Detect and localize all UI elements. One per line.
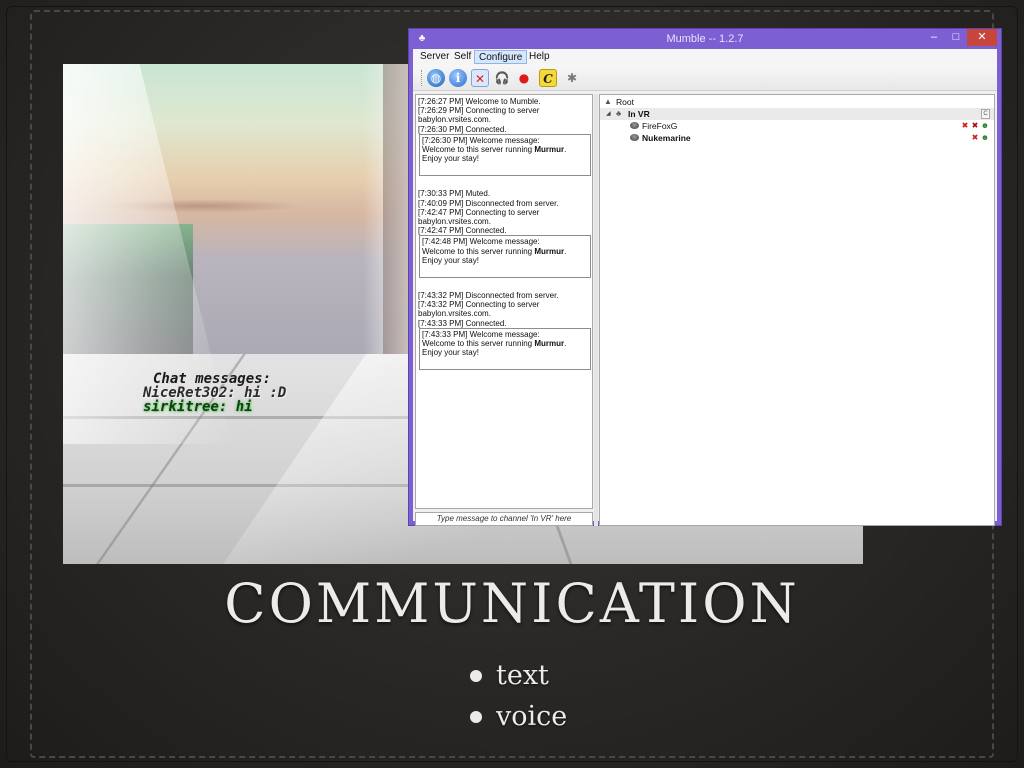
welcome-text: Enjoy your stay! <box>422 255 479 265</box>
comment-icon[interactable]: C <box>539 69 557 87</box>
bullet-dot-icon <box>470 711 482 723</box>
window-title: Mumble -- 1.2.7 <box>666 33 744 45</box>
vr-chat-overlay: Chat messages: NiceRet302: hi :D sirkitr… <box>143 372 403 414</box>
tree-user-nukemarine[interactable]: Nukemarine ✖ ☻ <box>600 132 994 144</box>
user-name: Nukemarine <box>642 133 691 143</box>
vr-chat-message: NiceRet302: hi :D <box>143 385 287 401</box>
channel-comment-icon[interactable]: C <box>981 109 990 119</box>
minimize-button[interactable]: – <box>923 29 945 46</box>
log-line: [7:26:27 PM] Welcome to Mumble. <box>418 97 541 106</box>
log-line: [7:42:48 PM] Welcome message: <box>422 237 540 247</box>
welcome-text: Welcome to this server running Murmur. <box>422 339 567 349</box>
deafened-icon: ✖ <box>971 121 979 130</box>
channel-label: In VR <box>628 109 650 119</box>
user-status-icons: ✖ ✖ ☻ <box>960 120 990 132</box>
menu-help[interactable]: Help <box>525 50 554 64</box>
window-titlebar[interactable]: ♣ Mumble -- 1.2.7 – □ ✕ <box>409 29 1001 49</box>
slide-title: COMMUNICATION <box>224 572 800 635</box>
menu-self[interactable]: Self <box>450 50 475 64</box>
bullet-text: text <box>496 660 549 691</box>
mute-self-icon[interactable]: ✕ <box>471 69 489 87</box>
deafen-icon[interactable]: 🎧 <box>493 69 511 87</box>
user-talking-icon <box>630 122 639 129</box>
log-line: [7:26:30 PM] Connected. <box>418 124 507 134</box>
vr-chat-message: sirkitree: hi <box>143 399 253 415</box>
window-client-area: Server Self Configure Help ◍ i ✕ 🎧 ● C ✱… <box>413 49 997 526</box>
bullet-list: text voice <box>470 660 567 742</box>
welcome-text: Enjoy your stay! <box>422 154 479 164</box>
log-line: babylon.vrsites.com. <box>418 115 491 125</box>
authenticated-icon: ☻ <box>980 133 990 142</box>
welcome-text: Enjoy your stay! <box>422 348 479 358</box>
log-line: [7:40:09 PM] Disconnected from server. <box>418 198 559 208</box>
server-root-icon: ▲ <box>604 97 612 106</box>
info-icon[interactable]: i <box>449 69 467 87</box>
menu-bar: Server Self Configure Help <box>413 49 997 65</box>
log-line: [7:42:47 PM] Connected. <box>418 226 507 236</box>
log-line: [7:26:30 PM] Welcome message: <box>422 135 540 145</box>
log-line: babylon.vrsites.com. <box>418 217 491 227</box>
maximize-button[interactable]: □ <box>945 29 967 46</box>
user-name: FireFoxG <box>642 121 678 131</box>
chat-log[interactable]: [7:26:27 PM] Welcome to Mumble. [7:26:29… <box>415 94 593 509</box>
welcome-message-box: [7:26:30 PM] Welcome message: Welcome to… <box>419 133 591 177</box>
channel-icon: ♣ <box>616 109 622 118</box>
welcome-message-box: [7:42:48 PM] Welcome message: Welcome to… <box>419 235 591 279</box>
menu-configure[interactable]: Configure <box>474 50 528 64</box>
log-line: [7:43:32 PM] Disconnected from server. <box>418 291 559 301</box>
channel-tree: ▲ Root ◢ ♣ In VR C FireFoxG ✖ ✖ ☻ Nukemari… <box>599 94 995 526</box>
welcome-text: Welcome to this server running Murmur. <box>422 145 567 155</box>
log-line: [7:26:29 PM] Connecting to server <box>418 106 540 116</box>
tree-user-firefoxg[interactable]: FireFoxG ✖ ✖ ☻ <box>600 120 994 132</box>
chat-message-input[interactable]: Type message to channel 'In VR' here <box>415 512 593 526</box>
toolbar: ◍ i ✕ 🎧 ● C ✱ <box>413 65 997 91</box>
bullet-item: text <box>470 660 567 701</box>
bullet-text: voice <box>496 701 568 732</box>
vr-chat-title: Chat messages: <box>153 371 272 387</box>
mumble-window: ♣ Mumble -- 1.2.7 – □ ✕ Server Self Conf… <box>408 28 1002 526</box>
welcome-text: Welcome to this server running Murmur. <box>422 246 567 256</box>
muted-icon: ✖ <box>961 121 969 130</box>
muted-icon: ✖ <box>971 133 979 142</box>
bullet-item: voice <box>470 701 567 742</box>
log-line: [7:43:32 PM] Connecting to server <box>418 300 540 310</box>
root-label: Root <box>616 97 634 107</box>
authenticated-icon: ☻ <box>980 121 990 130</box>
bullet-dot-icon <box>470 670 482 682</box>
user-talking-icon <box>630 134 639 141</box>
welcome-message-box: [7:43:33 PM] Welcome message: Welcome to… <box>419 327 591 371</box>
toolbar-grip <box>421 70 423 86</box>
record-icon[interactable]: ● <box>515 69 533 87</box>
log-line: [7:43:33 PM] Welcome message: <box>422 329 540 339</box>
log-line: babylon.vrsites.com. <box>418 309 491 319</box>
connect-icon[interactable]: ◍ <box>427 69 445 87</box>
expand-arrow-icon[interactable]: ◢ <box>606 108 611 120</box>
tree-channel-in-vr[interactable]: ◢ ♣ In VR C <box>600 108 994 120</box>
close-button[interactable]: ✕ <box>967 29 997 46</box>
menu-server[interactable]: Server <box>416 50 453 64</box>
log-line: [7:43:33 PM] Connected. <box>418 318 507 328</box>
pane-splitter[interactable] <box>594 94 598 526</box>
tree-root[interactable]: ▲ Root <box>600 96 994 108</box>
user-status-icons: ✖ ☻ <box>970 132 990 144</box>
log-line: [7:42:47 PM] Connecting to server <box>418 207 540 217</box>
log-line: [7:30:33 PM] Muted. <box>418 189 491 199</box>
audio-wizard-icon[interactable]: ✱ <box>563 69 581 87</box>
